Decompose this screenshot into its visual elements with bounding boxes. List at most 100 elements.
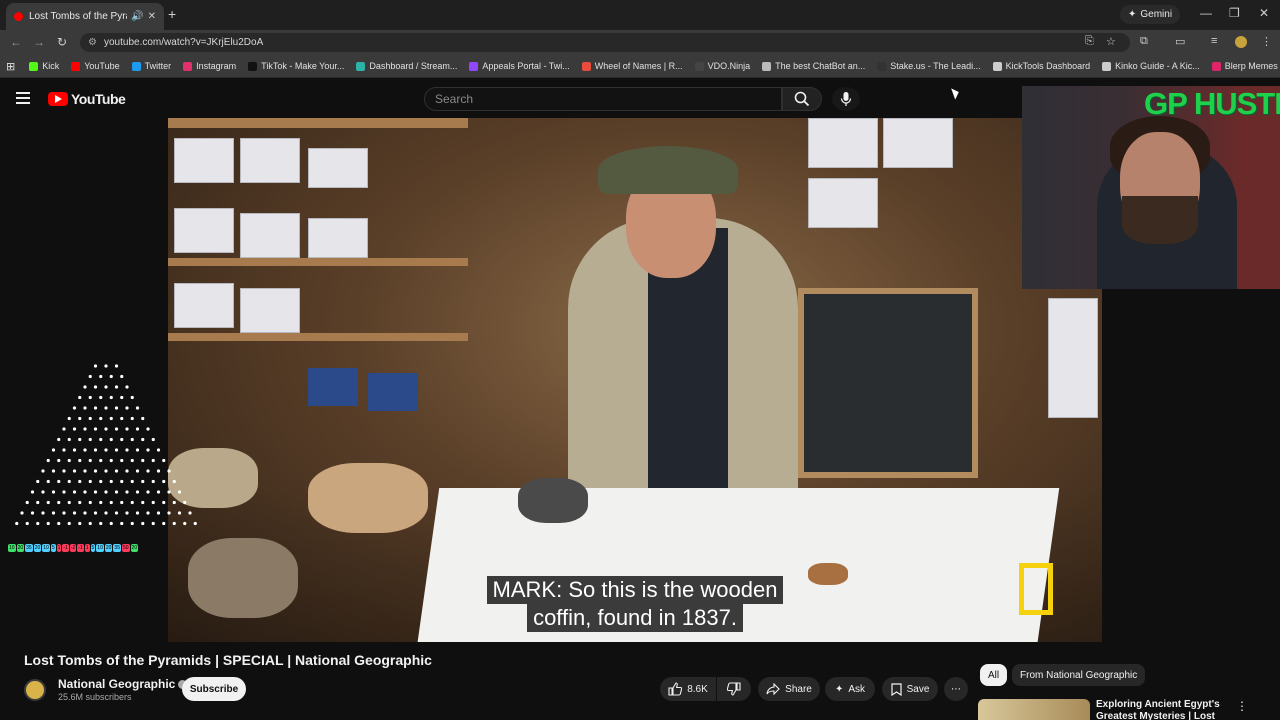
plinko-peg <box>172 500 176 505</box>
plinko-peg <box>114 511 119 515</box>
recommendation-title[interactable]: Exploring Ancient Egypt's Greatest Myste… <box>1096 699 1226 720</box>
bookmark-item[interactable]: Dashboard / Stream... <box>356 61 457 71</box>
back-icon[interactable]: ← <box>10 35 22 49</box>
bookmark-item[interactable]: Blerp Memes | Best... <box>1211 61 1280 71</box>
apps-grid-icon[interactable]: ⊞ <box>6 60 15 73</box>
bookmark-item[interactable]: YouTube <box>71 61 120 71</box>
thumbs-down-icon <box>727 682 741 696</box>
close-tab-icon[interactable]: ✕ <box>148 11 156 22</box>
plinko-peg <box>93 511 98 515</box>
profile-avatar[interactable] <box>1235 36 1247 48</box>
plinko-peg <box>114 427 119 431</box>
bookmark-item[interactable]: VDO.Ninja <box>694 61 750 71</box>
share-button[interactable]: Share <box>758 677 820 701</box>
chip-from-channel[interactable]: From National Geographic <box>1012 664 1146 686</box>
plinko-peg <box>135 406 140 410</box>
plinko-peg <box>151 500 155 505</box>
url-field[interactable]: ⚙ youtube.com/watch?v=JKrjElu2DoA <box>80 33 1130 52</box>
plinko-peg <box>72 427 77 431</box>
bookmark-item[interactable]: Twitter <box>131 61 171 71</box>
plinko-peg <box>130 395 134 400</box>
voice-search-button[interactable] <box>832 87 860 111</box>
media-control-icon[interactable]: ≡ <box>1211 35 1217 47</box>
plinko-peg <box>83 490 87 494</box>
more-vertical-icon[interactable]: ⋮ <box>1236 699 1248 713</box>
bookmark-item[interactable]: Kick <box>29 61 59 71</box>
search-input[interactable]: Search <box>424 87 782 111</box>
plinko-peg <box>36 521 40 526</box>
plinko-peg <box>141 458 145 463</box>
video-player[interactable]: MARK: So this is the wooden coffin, foun… <box>168 118 1102 642</box>
plinko-peg <box>125 385 129 389</box>
browser-tab[interactable]: Lost Tombs of the Pyramids 🔊 ✕ <box>6 3 164 30</box>
plinko-peg <box>62 427 66 431</box>
bookmark-item[interactable]: Wheel of Names | R... <box>581 61 683 71</box>
stone <box>808 563 848 585</box>
hamburger-menu-icon[interactable] <box>16 92 30 104</box>
ask-button[interactable]: ✦ Ask <box>825 677 875 701</box>
more-actions-button[interactable]: ⋯ <box>944 677 968 701</box>
plinko-peg <box>30 511 35 515</box>
close-window-icon[interactable]: ✕ <box>1259 6 1269 20</box>
plinko-peg <box>99 395 103 400</box>
chip-all[interactable]: All <box>980 664 1008 686</box>
plinko-peg <box>46 458 50 463</box>
restore-icon[interactable]: ❐ <box>1229 6 1240 20</box>
plinko-peg <box>167 511 171 515</box>
natgeo-logo-icon <box>1019 563 1053 615</box>
menu-dots-icon[interactable]: ⋮ <box>1261 35 1272 48</box>
channel-name[interactable]: National Geographic <box>58 677 188 691</box>
plinko-peg <box>120 479 124 484</box>
plinko-peg <box>120 500 124 505</box>
browser-tab-bar: Lost Tombs of the Pyramids 🔊 ✕ + ✦ Gemin… <box>0 0 1280 30</box>
speaker-icon[interactable]: 🔊 <box>131 11 143 22</box>
bookmark-item[interactable]: Kinko Guide - A Kic... <box>1102 61 1200 71</box>
bookmark-item[interactable]: Stake.us - The Leadi... <box>877 61 981 71</box>
channel-avatar[interactable] <box>24 679 46 701</box>
bookmark-item[interactable]: Appeals Portal - Twi... <box>469 61 570 71</box>
share-label: Share <box>785 683 812 695</box>
bookmark-item[interactable]: KickTools Dashboard <box>992 61 1090 71</box>
bookmark-item[interactable]: Instagram <box>183 61 236 71</box>
bookmark-star-icon[interactable]: ☆ <box>1106 35 1116 48</box>
plinko-peg <box>88 437 92 442</box>
new-tab-icon[interactable]: + <box>168 6 176 22</box>
plinko-peg <box>93 469 98 473</box>
extensions-icon[interactable]: ⧉ <box>1140 35 1148 48</box>
recommendation-thumbnail[interactable] <box>978 699 1090 720</box>
ask-label: Ask <box>848 683 866 695</box>
plinko-peg <box>25 500 29 505</box>
bookmark-item[interactable]: The best ChatBot an... <box>762 61 865 71</box>
plinko-counters: 10 20 35 20 10 5 1 -1 -2 -1 1 5 10 20 35 50 20 <box>8 544 139 552</box>
plinko-peg <box>114 448 119 452</box>
forward-icon[interactable]: → <box>33 35 45 49</box>
plinko-slot-value: 5 <box>90 544 96 552</box>
plinko-peg <box>109 437 113 442</box>
cast-icon[interactable]: ▭ <box>1175 35 1185 48</box>
plinko-slot-value: 10 <box>8 544 16 552</box>
plinko-peg <box>46 500 50 505</box>
bookmark-item[interactable]: TikTok - Make Your... <box>248 61 344 71</box>
plinko-peg <box>141 500 145 505</box>
plinko-peg <box>141 479 145 484</box>
archive-box <box>240 138 300 183</box>
dislike-button[interactable] <box>717 677 751 701</box>
search-button[interactable] <box>782 87 822 111</box>
install-app-icon[interactable]: ⎘ <box>1085 35 1094 48</box>
like-button[interactable]: 8.6K <box>660 677 716 701</box>
minimize-icon[interactable]: — <box>1200 6 1212 20</box>
plinko-peg <box>135 427 140 431</box>
youtube-logo[interactable]: YouTube <box>48 91 126 107</box>
reload-icon[interactable]: ↻ <box>57 35 67 49</box>
plinko-peg <box>146 448 150 452</box>
save-button[interactable]: Save <box>882 677 938 701</box>
plinko-peg <box>83 469 87 473</box>
bookmark-icon <box>131 61 141 71</box>
plinko-peg <box>78 395 82 400</box>
plinko-peg <box>51 448 56 452</box>
plinko-peg <box>62 448 66 452</box>
plinko-peg <box>72 511 77 515</box>
subscribe-button[interactable]: Subscribe <box>182 677 246 701</box>
site-info-icon[interactable]: ⚙ <box>88 33 97 52</box>
gemini-button[interactable]: ✦ Gemini <box>1120 5 1181 24</box>
